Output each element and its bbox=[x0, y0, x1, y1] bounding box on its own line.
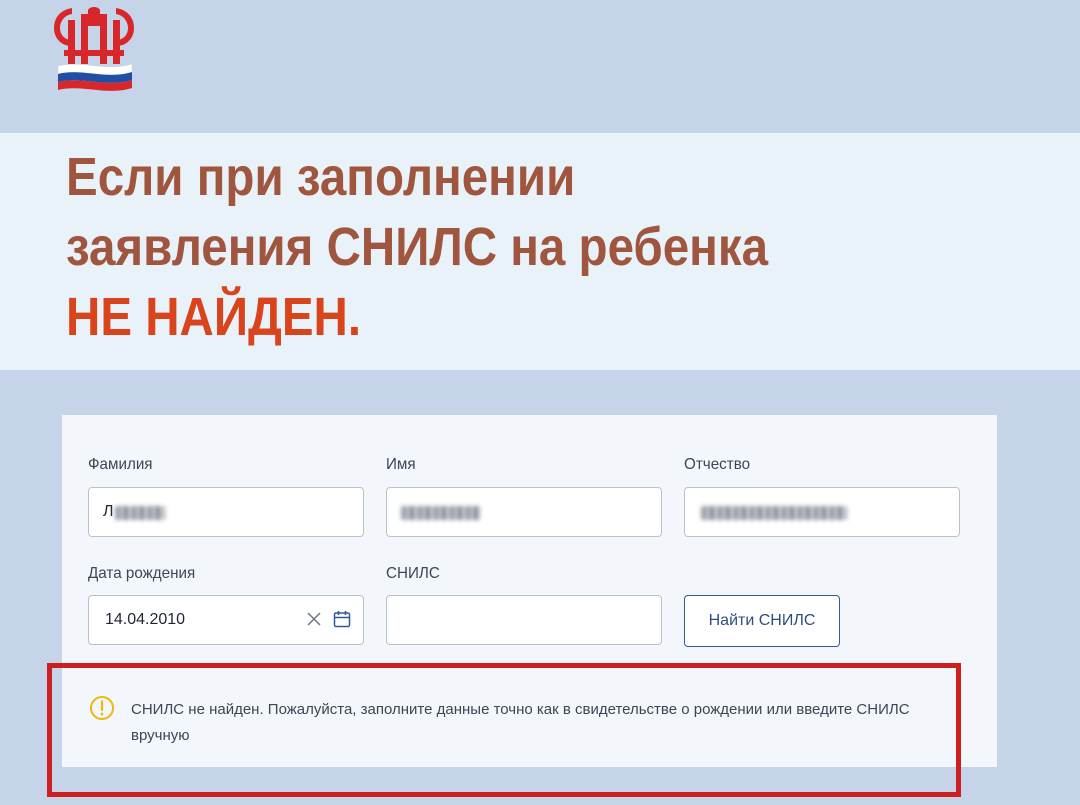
name-label: Имя bbox=[386, 456, 416, 473]
birth-date-label: Дата рождения bbox=[88, 565, 196, 582]
snils-input[interactable] bbox=[386, 595, 662, 645]
highlight-frame bbox=[47, 663, 961, 797]
patronymic-input[interactable] bbox=[684, 487, 960, 537]
surname-value: Л bbox=[103, 503, 114, 520]
headline: Если при заполнении заявления СНИЛС на р… bbox=[66, 142, 768, 352]
surname-input[interactable]: Л bbox=[88, 487, 364, 537]
snils-label: СНИЛС bbox=[386, 565, 440, 582]
name-blurred-text bbox=[401, 506, 481, 520]
birth-date-value: 14.04.2010 bbox=[105, 611, 186, 628]
headline-line-1: Если при заполнении bbox=[66, 147, 576, 207]
pfr-logo-icon bbox=[54, 7, 134, 91]
patronymic-label: Отчество bbox=[684, 456, 751, 473]
surname-label: Фамилия bbox=[88, 456, 153, 473]
headline-line-2: заявления СНИЛС на ребенка bbox=[66, 217, 769, 277]
find-snils-button[interactable]: Найти СНИЛС bbox=[684, 595, 840, 647]
patronymic-blurred-text bbox=[701, 506, 847, 520]
name-input[interactable] bbox=[386, 487, 662, 537]
headline-line-3: НЕ НАЙДЕН. bbox=[66, 287, 362, 347]
calendar-icon[interactable] bbox=[333, 610, 351, 628]
clear-icon[interactable] bbox=[305, 610, 323, 628]
surname-blurred-text bbox=[115, 506, 165, 520]
birth-date-input[interactable]: 14.04.2010 bbox=[88, 595, 364, 645]
